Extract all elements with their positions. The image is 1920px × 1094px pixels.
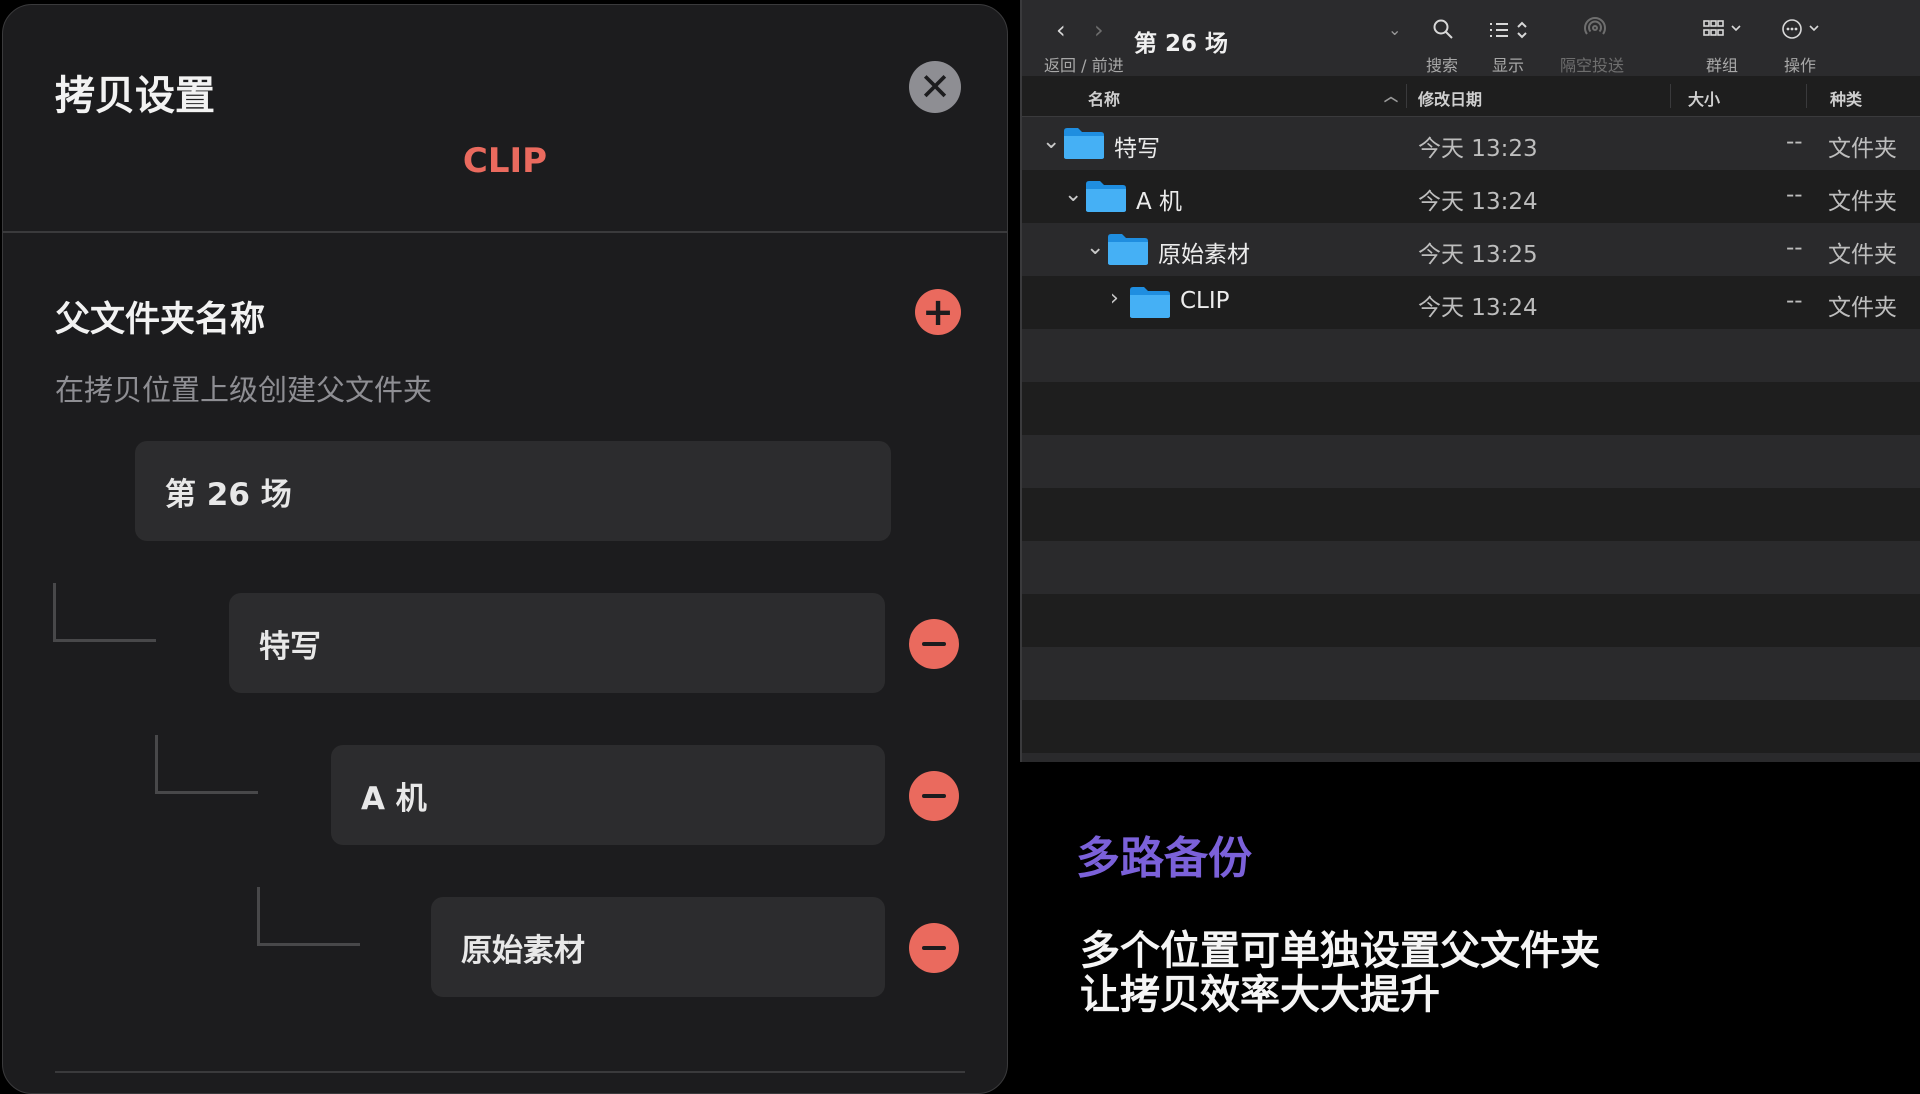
column-kind[interactable]: 种类	[1830, 86, 1862, 110]
group-icon[interactable]	[1702, 18, 1746, 40]
sort-ascending-icon: ︿	[1384, 89, 1398, 105]
window-title: 第 26 场	[1134, 31, 1229, 57]
remove-subfolder-button[interactable]	[909, 619, 959, 669]
caption-title: 多路备份	[1076, 833, 1252, 884]
column-name[interactable]: 名称	[1088, 86, 1120, 110]
column-header: 名称 ︿ 修改日期 大小 种类	[1022, 76, 1920, 117]
file-date: 今天 13:24	[1418, 189, 1538, 215]
column-separator	[1670, 84, 1671, 108]
tree-connector	[53, 583, 156, 642]
empty-row	[1022, 541, 1920, 594]
tree-connector	[257, 887, 360, 946]
file-date: 今天 13:24	[1418, 295, 1538, 321]
file-name: 原始素材	[1158, 242, 1250, 268]
table-row[interactable]: ⌄ 特写 今天 13:23 -- 文件夹	[1022, 117, 1920, 170]
empty-row	[1022, 700, 1920, 753]
caption-line: 让拷贝效率大大提升	[1080, 972, 1440, 1018]
file-date: 今天 13:23	[1418, 136, 1538, 162]
minus-icon	[922, 794, 946, 798]
airdrop-icon[interactable]	[1582, 16, 1608, 42]
file-kind: 文件夹	[1828, 189, 1897, 215]
empty-row	[1022, 647, 1920, 700]
bottom-divider	[55, 1071, 965, 1073]
add-parent-folder-button[interactable]: +	[915, 289, 961, 335]
header-divider	[3, 231, 1007, 233]
file-size: --	[1786, 182, 1803, 208]
table-row[interactable]: ⌄ A 机 今天 13:24 -- 文件夹	[1022, 170, 1920, 223]
column-date[interactable]: 修改日期	[1418, 86, 1482, 110]
tree-connector	[155, 735, 258, 794]
minus-icon	[922, 946, 946, 950]
file-size: --	[1786, 129, 1803, 155]
subfolder-field[interactable]: 原始素材	[431, 897, 885, 997]
plus-icon: +	[922, 290, 954, 334]
file-kind: 文件夹	[1828, 242, 1897, 268]
chevron-down-icon[interactable]: ⌄	[1042, 129, 1060, 154]
empty-row	[1022, 329, 1920, 382]
airdrop-label: 隔空投送	[1560, 56, 1625, 75]
column-size[interactable]: 大小	[1688, 86, 1720, 110]
file-name: CLIP	[1180, 288, 1230, 314]
section-title: 父文件夹名称	[55, 300, 266, 340]
folder-icon	[1086, 181, 1126, 212]
search-label: 搜索	[1426, 56, 1459, 75]
chevron-down-icon[interactable]: ⌄	[1064, 182, 1082, 207]
file-kind: 文件夹	[1828, 136, 1897, 162]
minus-icon	[922, 642, 946, 646]
remove-subfolder-button[interactable]	[909, 771, 959, 821]
subfolder-field[interactable]: A 机	[331, 745, 885, 845]
clip-label: CLIP	[462, 141, 548, 181]
finder-toolbar: ‹ › 返回 / 前进 第 26 场 ⌄ 搜索 显示 隔空投送 群组 操作	[1022, 0, 1920, 77]
group-label: 群组	[1706, 56, 1739, 75]
chevron-down-icon[interactable]: ⌄	[1086, 235, 1104, 260]
panel-title: 拷贝设置	[55, 73, 215, 119]
close-button[interactable]: ✕	[909, 61, 961, 113]
search-icon[interactable]	[1432, 18, 1454, 40]
view-label: 显示	[1492, 56, 1525, 75]
action-label: 操作	[1784, 56, 1817, 75]
empty-row	[1022, 382, 1920, 435]
file-name: 特写	[1114, 136, 1160, 162]
column-separator	[1806, 84, 1807, 108]
folder-icon	[1130, 287, 1170, 318]
copy-settings-panel: 拷贝设置 ✕ CLIP 父文件夹名称 + 在拷贝位置上级创建父文件夹 第 26 …	[2, 4, 1008, 1094]
file-size: --	[1786, 288, 1803, 314]
forward-icon[interactable]: ›	[1094, 16, 1104, 44]
close-icon: ✕	[919, 65, 951, 109]
file-list: ⌄ 特写 今天 13:23 -- 文件夹 ⌄ A 机 今天 13:24 -- 文…	[1022, 117, 1920, 762]
nav-label: 返回 / 前进	[1044, 56, 1124, 75]
empty-row	[1022, 488, 1920, 541]
empty-row	[1022, 435, 1920, 488]
root-folder-field[interactable]: 第 26 场	[135, 441, 891, 541]
table-row[interactable]: › CLIP 今天 13:24 -- 文件夹	[1022, 276, 1920, 329]
folder-icon	[1108, 234, 1148, 265]
finder-window: ‹ › 返回 / 前进 第 26 场 ⌄ 搜索 显示 隔空投送 群组 操作 名称…	[1020, 0, 1920, 762]
column-separator	[1406, 84, 1407, 108]
empty-row	[1022, 594, 1920, 647]
remove-subfolder-button[interactable]	[909, 923, 959, 973]
back-icon[interactable]: ‹	[1056, 16, 1066, 44]
list-view-icon[interactable]	[1488, 20, 1534, 40]
empty-row	[1022, 753, 1920, 762]
section-description: 在拷贝位置上级创建父文件夹	[55, 373, 433, 407]
file-date: 今天 13:25	[1418, 242, 1538, 268]
file-name: A 机	[1136, 189, 1183, 215]
table-row[interactable]: ⌄ 原始素材 今天 13:25 -- 文件夹	[1022, 223, 1920, 276]
folder-icon	[1064, 128, 1104, 159]
subfolder-field[interactable]: 特写	[229, 593, 885, 693]
chevron-right-icon[interactable]: ›	[1110, 286, 1119, 311]
file-kind: 文件夹	[1828, 295, 1897, 321]
chevron-down-icon[interactable]: ⌄	[1388, 20, 1401, 39]
file-size: --	[1786, 235, 1803, 261]
more-actions-icon[interactable]	[1780, 18, 1824, 40]
